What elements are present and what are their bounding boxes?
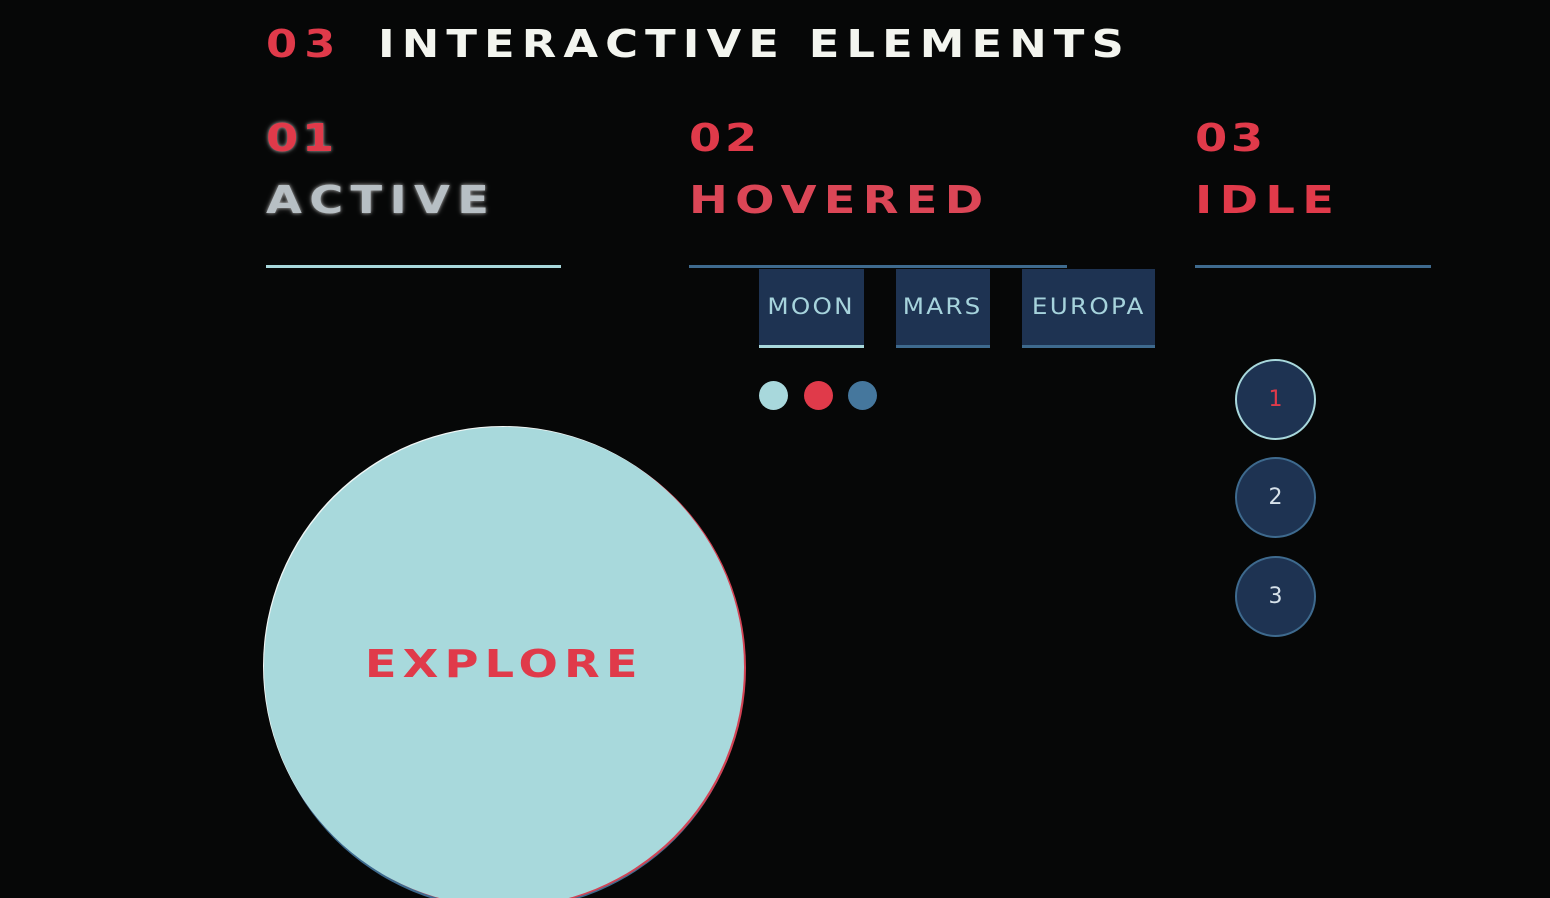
state-active-number: 01 — [266, 116, 338, 160]
tab-moon-label: MOON — [767, 294, 856, 320]
slider-dot-2[interactable] — [804, 381, 833, 410]
tab-moon[interactable]: MOON — [759, 269, 864, 348]
tab-mars-label: MARS — [903, 294, 983, 320]
tab-mars[interactable]: MARS — [896, 269, 990, 348]
state-active-label: ACTIVE — [266, 178, 497, 222]
state-idle-number: 03 — [1195, 116, 1267, 160]
number-button-1[interactable]: 1 — [1235, 359, 1316, 440]
slider-dot-1[interactable] — [759, 381, 788, 410]
state-hovered-number: 02 — [689, 116, 761, 160]
section-header: 03 INTERACTIVE ELEMENTS — [266, 20, 1131, 68]
number-button-2[interactable]: 2 — [1235, 457, 1316, 538]
state-hovered-label: HOVERED — [689, 178, 991, 222]
explore-button-label: EXPLORE — [364, 642, 644, 686]
state-idle-rule — [1195, 265, 1431, 268]
state-hovered-rule — [689, 265, 1067, 268]
tab-europa[interactable]: EUROPA — [1022, 269, 1155, 348]
explore-button[interactable]: EXPLORE — [264, 427, 744, 898]
section-number: 03 — [266, 22, 343, 66]
section-title: INTERACTIVE ELEMENTS — [377, 22, 1131, 66]
number-button-3[interactable]: 3 — [1235, 556, 1316, 637]
slider-dot-3[interactable] — [848, 381, 877, 410]
tab-europa-label: EUROPA — [1031, 294, 1146, 320]
state-idle-label: IDLE — [1195, 178, 1342, 222]
state-active-rule — [266, 265, 561, 268]
